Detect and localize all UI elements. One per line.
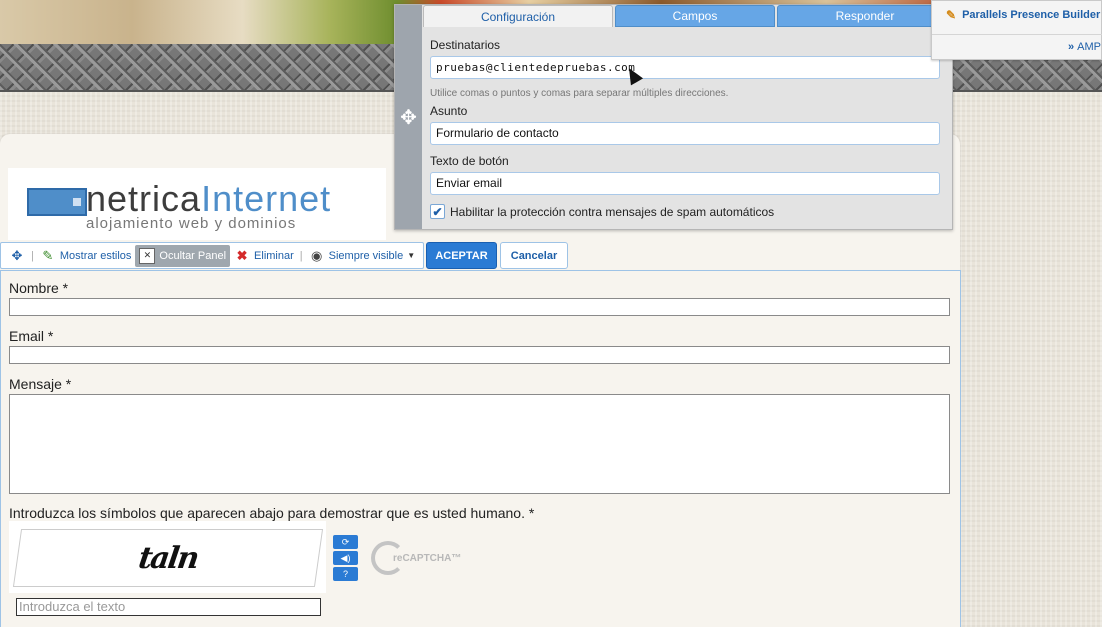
delete-label: Eliminar [254, 249, 294, 262]
spam-protection-checkbox[interactable]: ✔ [430, 204, 445, 219]
site-logo[interactable]: netricaInternet alojamiento web y domini… [8, 168, 386, 240]
toolbar-separator: | [31, 249, 34, 262]
subject-input[interactable]: Formulario de contacto [430, 122, 940, 145]
message-textarea[interactable] [9, 394, 950, 494]
message-label: Mensaje * [9, 376, 72, 392]
audio-icon[interactable]: ◀) [333, 551, 358, 565]
recaptcha-logo: reCAPTCHA™ [371, 541, 461, 575]
hide-panel-button[interactable]: ✕ Ocultar Panel [135, 244, 231, 267]
chevron-down-icon: ▼ [407, 251, 416, 260]
presence-builder-title[interactable]: ✎ Parallels Presence Builder [946, 8, 1100, 22]
logo-name-part2: Internet [201, 178, 332, 219]
logo-mark [27, 188, 87, 216]
name-label: Nombre * [9, 280, 69, 296]
recipients-hint: Utilice comas o puntos y comas para sepa… [430, 88, 729, 99]
show-styles-button[interactable]: ✎ Mostrar estilos [36, 245, 136, 267]
logo-name-part1: netrica [86, 178, 202, 219]
delete-icon: ✖ [236, 247, 248, 263]
email-label: Email * [9, 328, 54, 344]
recipients-label: Destinatarios [430, 38, 501, 52]
captcha-instructions: Introduzca los símbolos que aparecen aba… [9, 505, 535, 521]
tab-responder[interactable]: Responder [777, 5, 953, 27]
refresh-icon[interactable]: ⟳ [333, 535, 358, 549]
hide-panel-label: Ocultar Panel [159, 249, 227, 262]
presence-builder-panel: ✎ Parallels Presence Builder » AMP [931, 0, 1102, 60]
presence-builder-expand[interactable]: » AMP [1068, 41, 1101, 53]
double-chevron-down-icon: » [1068, 41, 1075, 53]
form-config-dialog: ✥ Configuración Campos Responder Destina… [394, 4, 953, 230]
captcha-controls: ⟳ ◀) ? [333, 535, 358, 581]
subject-label: Asunto [430, 104, 468, 118]
move-icon: ✥ [400, 106, 417, 129]
button-text-input[interactable]: Enviar email [430, 172, 940, 195]
captcha-input[interactable]: Introduzca el texto [16, 598, 321, 616]
button-text-label: Texto de botón [430, 154, 509, 168]
move-handle[interactable]: ✥ [5, 245, 29, 267]
help-icon[interactable]: ? [333, 567, 358, 581]
contact-form: Nombre * Email * Mensaje * Introduzca lo… [0, 270, 961, 627]
checkmark-icon: ✔ [432, 204, 443, 219]
tab-configuracion[interactable]: Configuración [423, 5, 613, 27]
spam-protection-label: Habilitar la protección contra mensajes … [450, 204, 775, 219]
move-icon: ✥ [11, 247, 23, 263]
paintbrush-icon: ✎ [42, 247, 54, 263]
dialog-drag-handle[interactable]: ✥ [395, 5, 422, 229]
widget-toolbar: ✥ | ✎ Mostrar estilos ✕ Ocultar Panel ✖ Eli… [0, 242, 425, 269]
presence-builder-expand-label: AMP [1077, 41, 1101, 53]
spam-protection-row: ✔ Habilitar la protección contra mensaje… [430, 204, 774, 219]
logo-name: netricaInternet [86, 178, 331, 220]
logo-tagline: alojamiento web y dominios [86, 215, 297, 232]
always-visible-label: Siempre visible [328, 249, 404, 262]
panel-divider [932, 34, 1102, 35]
presence-builder-title-text: Parallels Presence Builder [962, 9, 1101, 21]
eye-icon: ◉ [310, 247, 323, 263]
captcha-image: taln [12, 529, 324, 587]
captcha-container: taln [9, 521, 326, 593]
accept-button[interactable]: ACEPTAR [426, 242, 497, 269]
show-styles-label: Mostrar estilos [59, 249, 132, 262]
email-input[interactable] [9, 346, 950, 364]
recipients-input[interactable]: pruebas@clientedepruebas.com [430, 56, 940, 79]
toolbar-separator: | [299, 249, 303, 262]
recaptcha-logo-text: reCAPTCHA™ [393, 552, 462, 564]
cancel-button[interactable]: Cancelar [500, 242, 568, 269]
name-input[interactable] [9, 298, 950, 316]
delete-button[interactable]: ✖ Eliminar [230, 245, 298, 267]
hide-panel-icon: ✕ [139, 247, 156, 264]
always-visible-dropdown[interactable]: ◉ Siempre visible ▼ [305, 245, 420, 267]
builder-icon: ✎ [946, 8, 957, 22]
tab-campos[interactable]: Campos [615, 5, 775, 27]
